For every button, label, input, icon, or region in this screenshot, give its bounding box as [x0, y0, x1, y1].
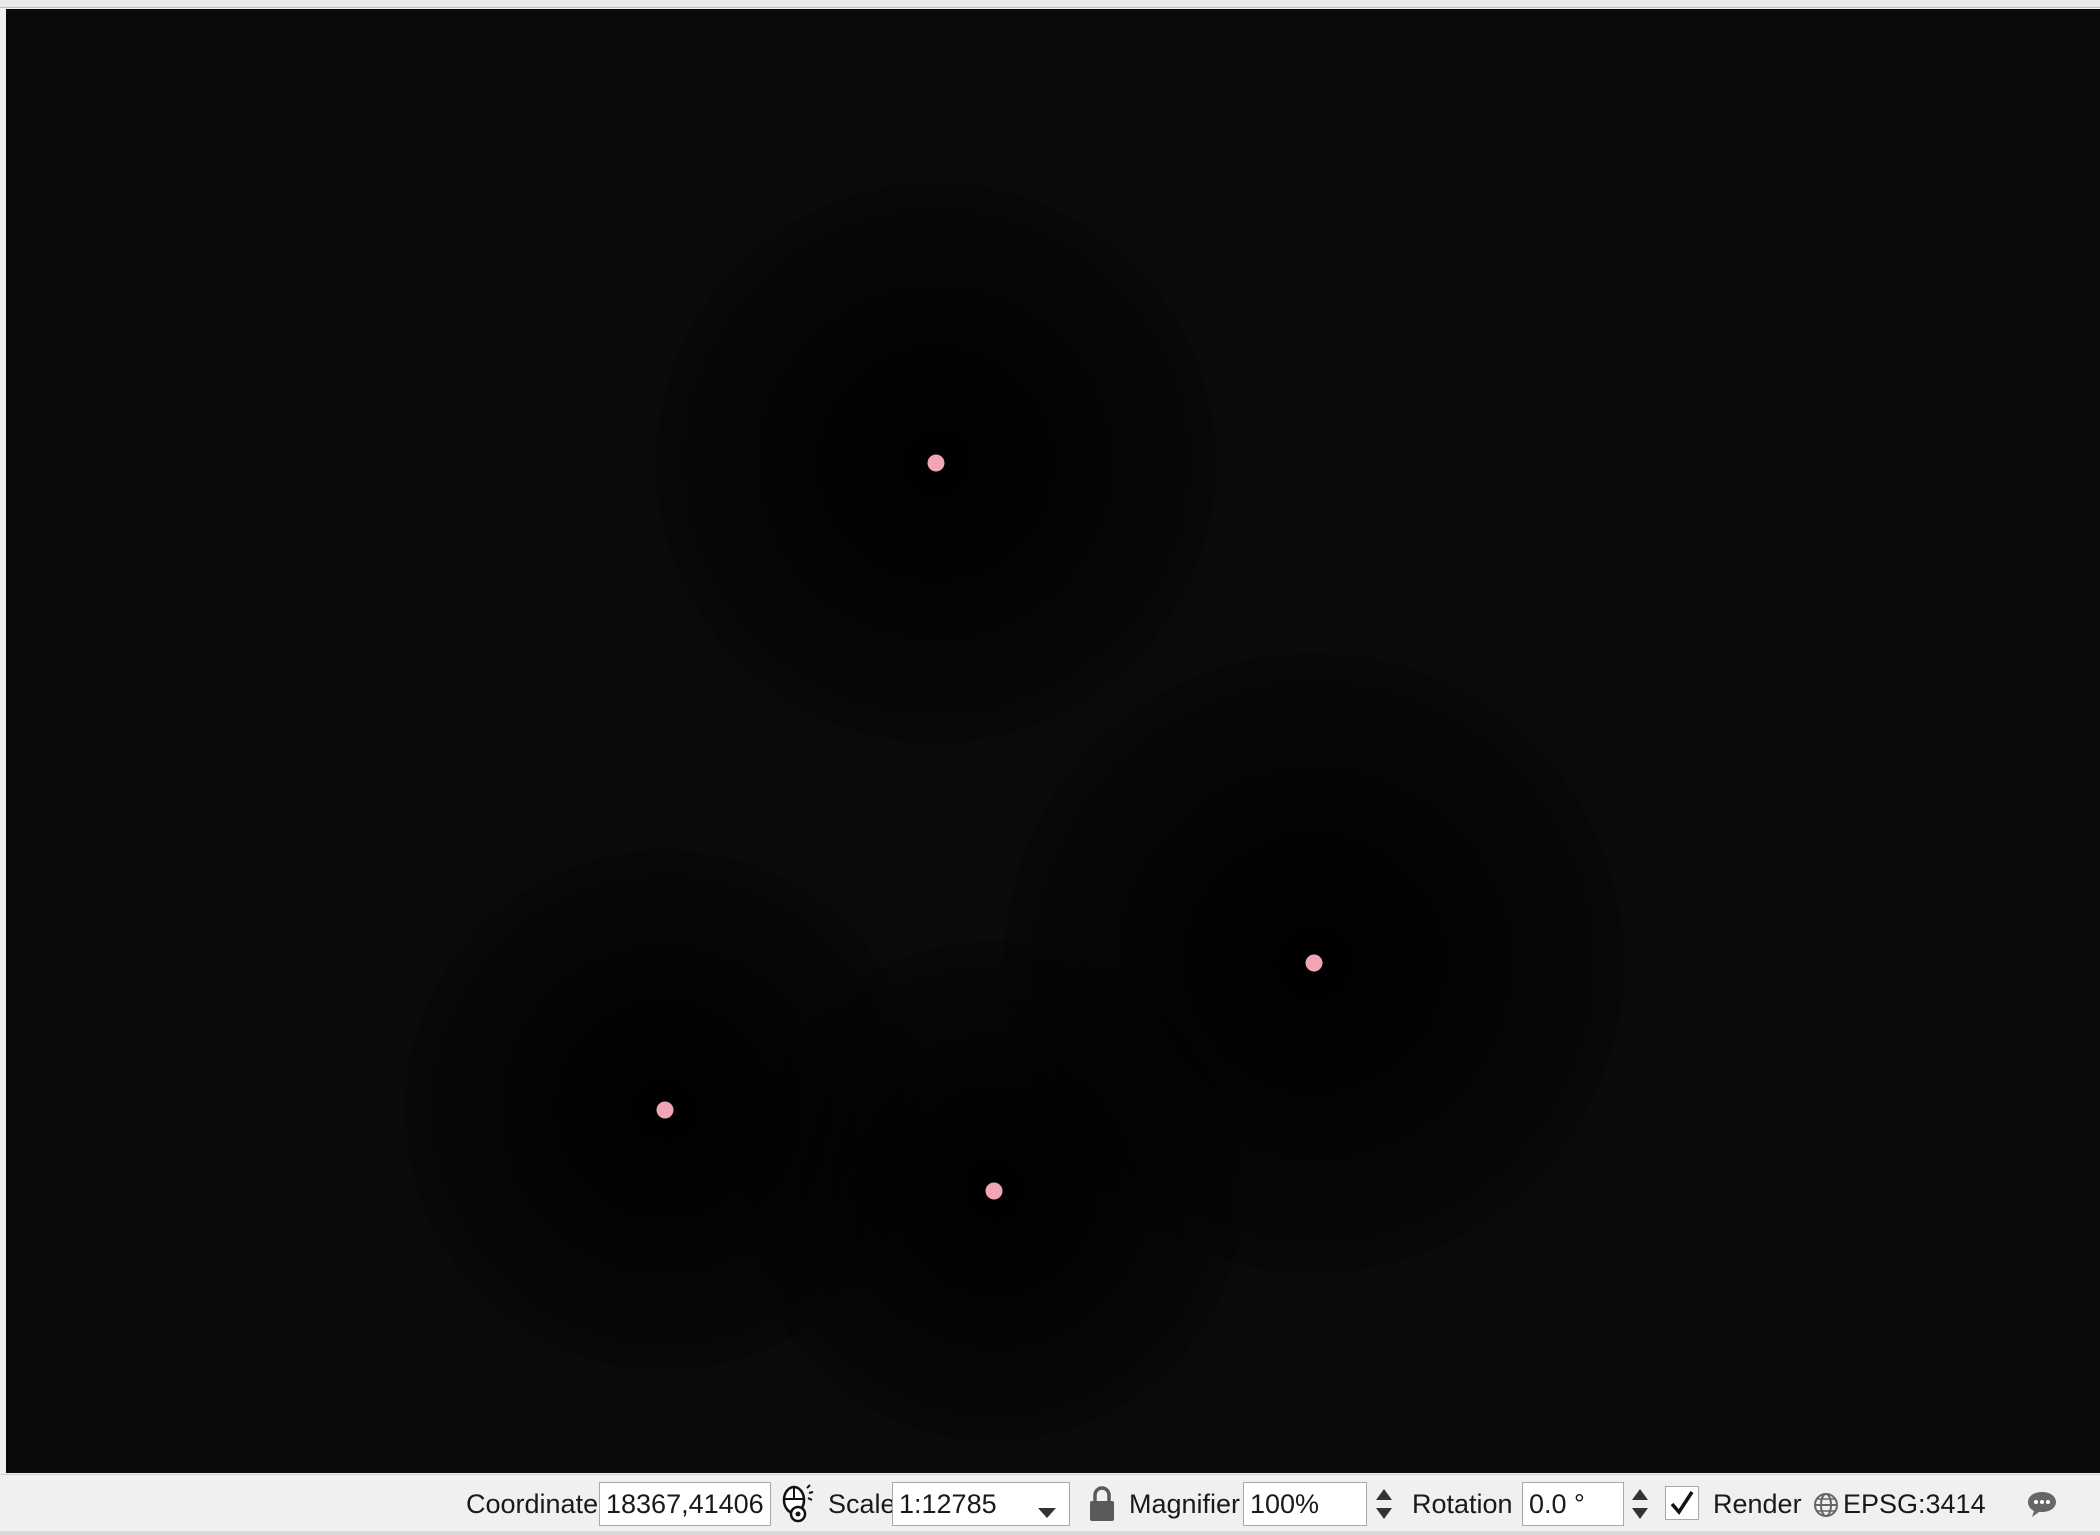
rotation-spinbox[interactable]: 0.0 °: [1522, 1482, 1624, 1526]
magnifier-stepper[interactable]: [1368, 1482, 1400, 1526]
chevron-down-icon[interactable]: [1037, 1496, 1057, 1525]
map-point-feature[interactable]: [927, 454, 945, 472]
scale-value: 1:12785: [899, 1488, 997, 1519]
map-point-feature[interactable]: [656, 1101, 674, 1119]
scale-combobox[interactable]: 1:12785: [892, 1482, 1070, 1526]
scale-label: Scale: [828, 1488, 896, 1519]
globe-icon[interactable]: [1812, 1491, 1840, 1519]
magnifier-spinbox[interactable]: 100%: [1243, 1482, 1367, 1526]
checkmark-icon: [1670, 1491, 1694, 1515]
window-top-border: [0, 0, 2100, 8]
map-canvas[interactable]: [6, 9, 2100, 1473]
speech-bubble-icon[interactable]: [2025, 1489, 2059, 1519]
window-bottom-border: [0, 1531, 2100, 1535]
qgis-window: Coordinate 18367,41406 Scale 1:12785 Mag…: [0, 0, 2100, 1535]
coordinate-field[interactable]: 18367,41406: [599, 1482, 771, 1526]
map-point-feature[interactable]: [1305, 954, 1323, 972]
lock-icon[interactable]: [1087, 1484, 1117, 1524]
render-checkbox[interactable]: [1665, 1486, 1699, 1520]
status-bar: Coordinate 18367,41406 Scale 1:12785 Mag…: [0, 1474, 2100, 1535]
mouse-pointer-coordinate-icon[interactable]: [776, 1483, 816, 1525]
rotation-label: Rotation: [1412, 1488, 1513, 1519]
render-label: Render: [1713, 1488, 1802, 1519]
map-point-feature[interactable]: [985, 1182, 1003, 1200]
crs-button[interactable]: EPSG:3414: [1843, 1482, 1986, 1526]
magnifier-label: Magnifier: [1129, 1488, 1241, 1519]
rotation-stepper[interactable]: [1624, 1482, 1656, 1526]
coordinate-label: Coordinate: [466, 1488, 599, 1519]
